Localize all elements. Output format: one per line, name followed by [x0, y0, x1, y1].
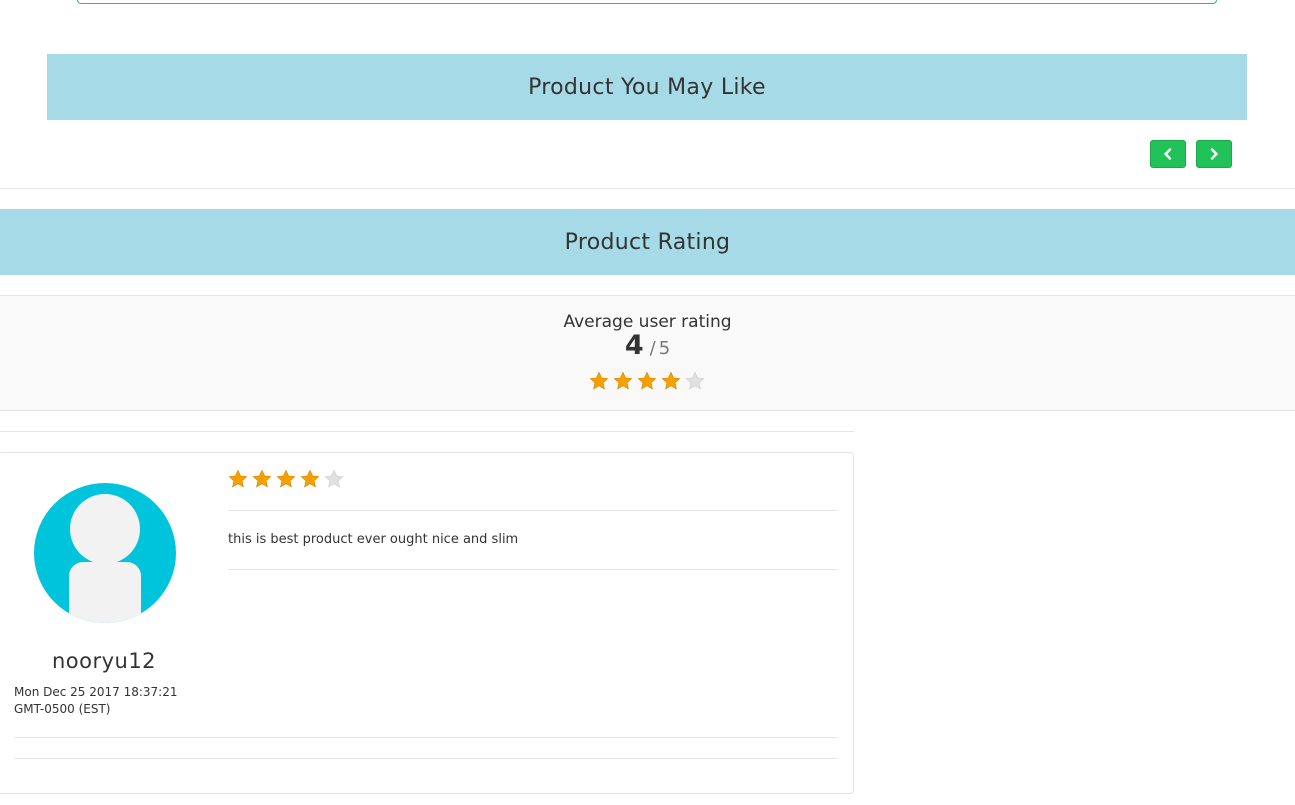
score-max: 5 — [658, 338, 671, 359]
review-card: nooryu12 Mon Dec 25 2017 18:37:21 GMT-05… — [0, 452, 854, 794]
average-rating-panel: Average user rating 4/5 — [0, 295, 1295, 411]
star-empty-icon — [324, 469, 344, 488]
section-title-rating: Product Rating — [564, 229, 731, 255]
star-filled-icon — [228, 469, 248, 488]
chevron-right-icon — [1210, 148, 1218, 160]
average-score-value: 4 — [624, 330, 644, 361]
divider — [0, 431, 854, 432]
star-filled-icon — [589, 371, 609, 390]
star-filled-icon — [300, 469, 320, 488]
carousel-prev-button[interactable] — [1150, 140, 1186, 168]
star-filled-icon — [637, 371, 657, 390]
product-you-may-like-header: Product You May Like — [47, 54, 1247, 120]
average-rating-label: Average user rating — [563, 312, 732, 332]
star-filled-icon — [661, 371, 681, 390]
divider — [14, 737, 838, 738]
review-text: this is best product ever ought nice and… — [228, 532, 519, 547]
chevron-left-icon — [1164, 148, 1172, 160]
star-empty-icon — [685, 371, 705, 390]
star-filled-icon — [613, 371, 633, 390]
average-star-rating — [589, 371, 705, 391]
avatar-head — [70, 494, 140, 564]
review-username: nooryu12 — [51, 649, 157, 673]
divider — [0, 188, 1295, 189]
carousel-next-button[interactable] — [1196, 140, 1232, 168]
user-avatar-icon — [34, 483, 176, 623]
review-date: Mon Dec 25 2017 18:37:21 GMT-0500 (EST) — [14, 685, 178, 716]
top-input-box — [77, 0, 1217, 4]
product-rating-header: Product Rating — [0, 209, 1295, 275]
score-separator: / — [649, 338, 656, 359]
review-star-rating — [228, 469, 344, 489]
average-rating-score: 4/5 — [0, 330, 1295, 361]
divider — [14, 758, 838, 759]
section-title-may-like: Product You May Like — [528, 74, 766, 100]
star-filled-icon — [252, 469, 272, 488]
divider — [228, 569, 838, 570]
avatar-body — [69, 562, 141, 623]
divider — [228, 510, 838, 511]
star-filled-icon — [276, 469, 296, 488]
